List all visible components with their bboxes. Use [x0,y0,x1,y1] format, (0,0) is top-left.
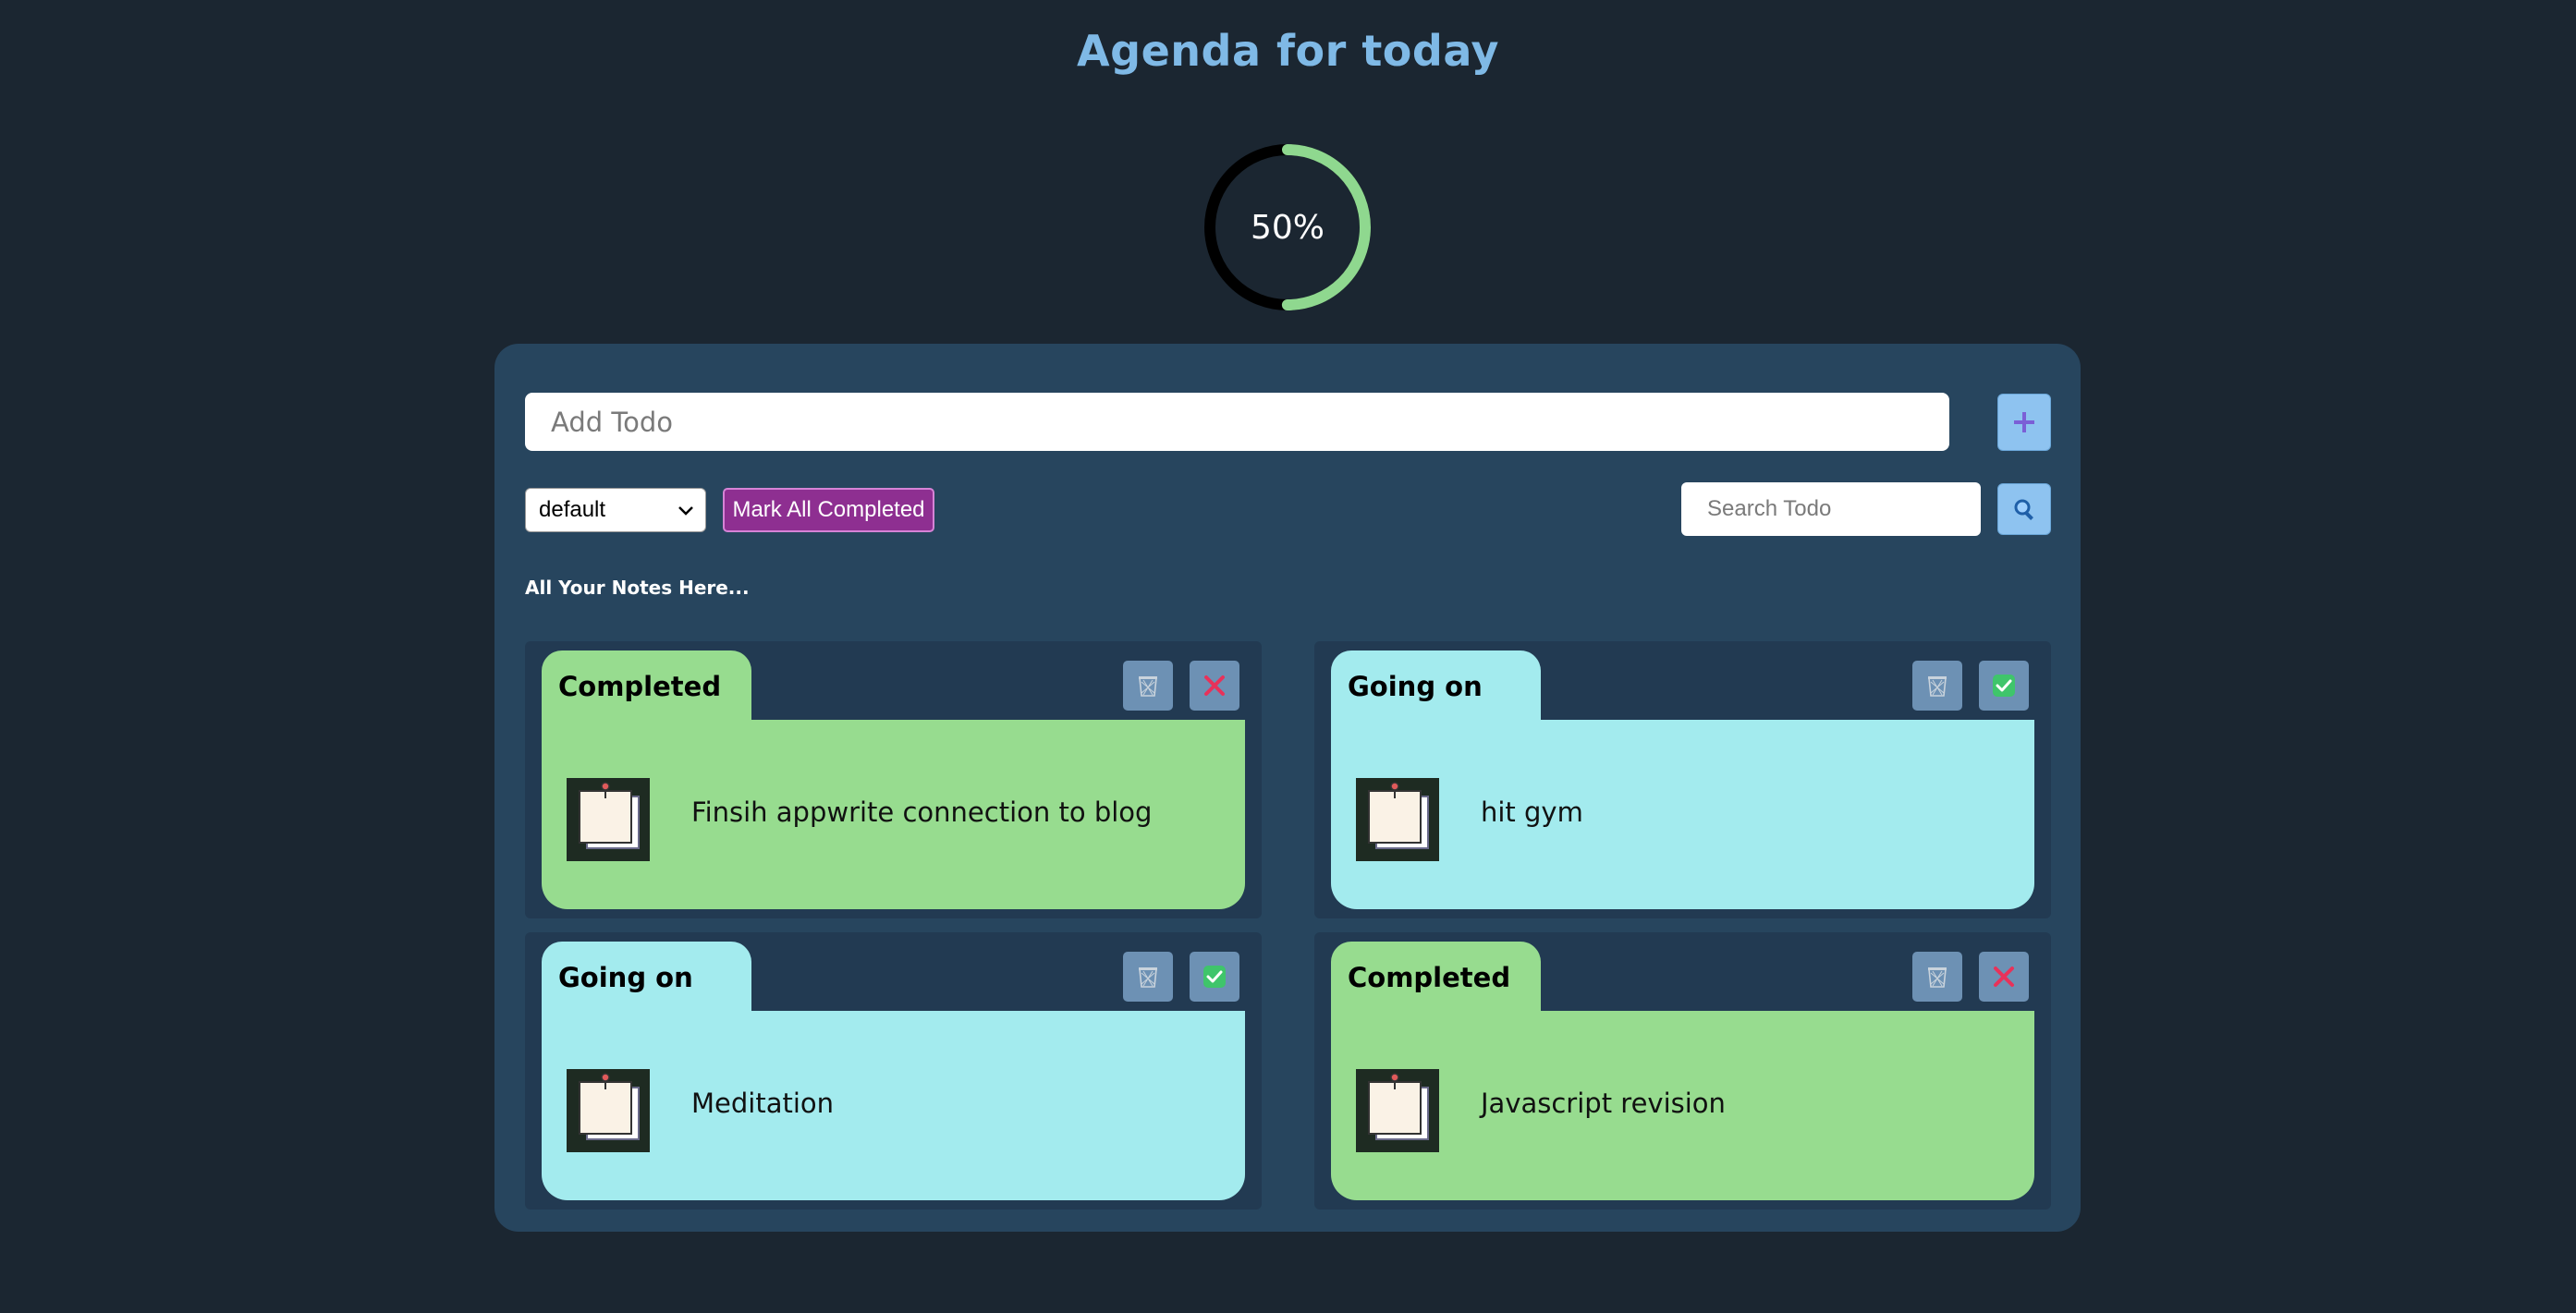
sticky-note-icon [1356,778,1439,861]
sticky-note-icon [567,778,650,861]
todo-card: Completed Finsih appwrite connection to … [525,641,1262,918]
status-label: Going on [1348,671,1483,702]
todo-text: hit gym [1481,796,1583,828]
filter-select[interactable]: default [525,488,706,532]
mark-complete-button[interactable] [1190,952,1239,1002]
trash-icon [1928,676,1947,697]
trash-icon [1139,676,1157,697]
delete-button[interactable] [1123,661,1173,711]
todo-card: Completed Javascript revision [1314,932,2051,1210]
trash-icon [1139,967,1157,988]
chevron-down-icon [678,506,693,516]
filter-selected-value: default [539,497,606,522]
sticky-note-icon [1356,1069,1439,1152]
todo-card: Going on Meditation [525,932,1262,1210]
status-label: Completed [1348,962,1511,993]
mark-all-completed-button[interactable]: Mark All Completed [723,488,934,532]
search-input[interactable] [1681,482,1981,536]
magnifier-icon [2014,499,2033,520]
x-icon [1204,675,1225,696]
todo-panel: default Mark All Completed All Your Note… [494,344,2081,1232]
mark-incomplete-button[interactable] [1190,661,1239,711]
delete-button[interactable] [1912,952,1962,1002]
progress-ring: 50% [1201,140,1374,314]
mark-incomplete-button[interactable] [1979,952,2029,1002]
progress-label: 50% [1250,208,1325,247]
page-title: Agenda for today [1077,26,1499,76]
delete-button[interactable] [1912,661,1962,711]
add-todo-input[interactable] [525,393,1949,451]
notes-heading: All Your Notes Here... [525,577,750,599]
add-todo-button[interactable] [1997,394,2051,451]
sticky-note-icon [567,1069,650,1152]
todo-text: Finsih appwrite connection to blog [691,796,1153,828]
todo-card: Going on hit gym [1314,641,2051,918]
status-label: Completed [558,671,722,702]
mark-complete-button[interactable] [1979,661,2029,711]
checkmark-icon [1203,966,1226,988]
checkmark-icon [1993,675,2015,697]
status-label: Going on [558,962,693,993]
x-icon [1994,967,2014,987]
search-button[interactable] [1997,483,2051,535]
todo-text: Meditation [691,1088,835,1119]
trash-icon [1928,967,1947,988]
delete-button[interactable] [1123,952,1173,1002]
plus-icon [2014,412,2034,432]
todo-text: Javascript revision [1481,1088,1726,1119]
